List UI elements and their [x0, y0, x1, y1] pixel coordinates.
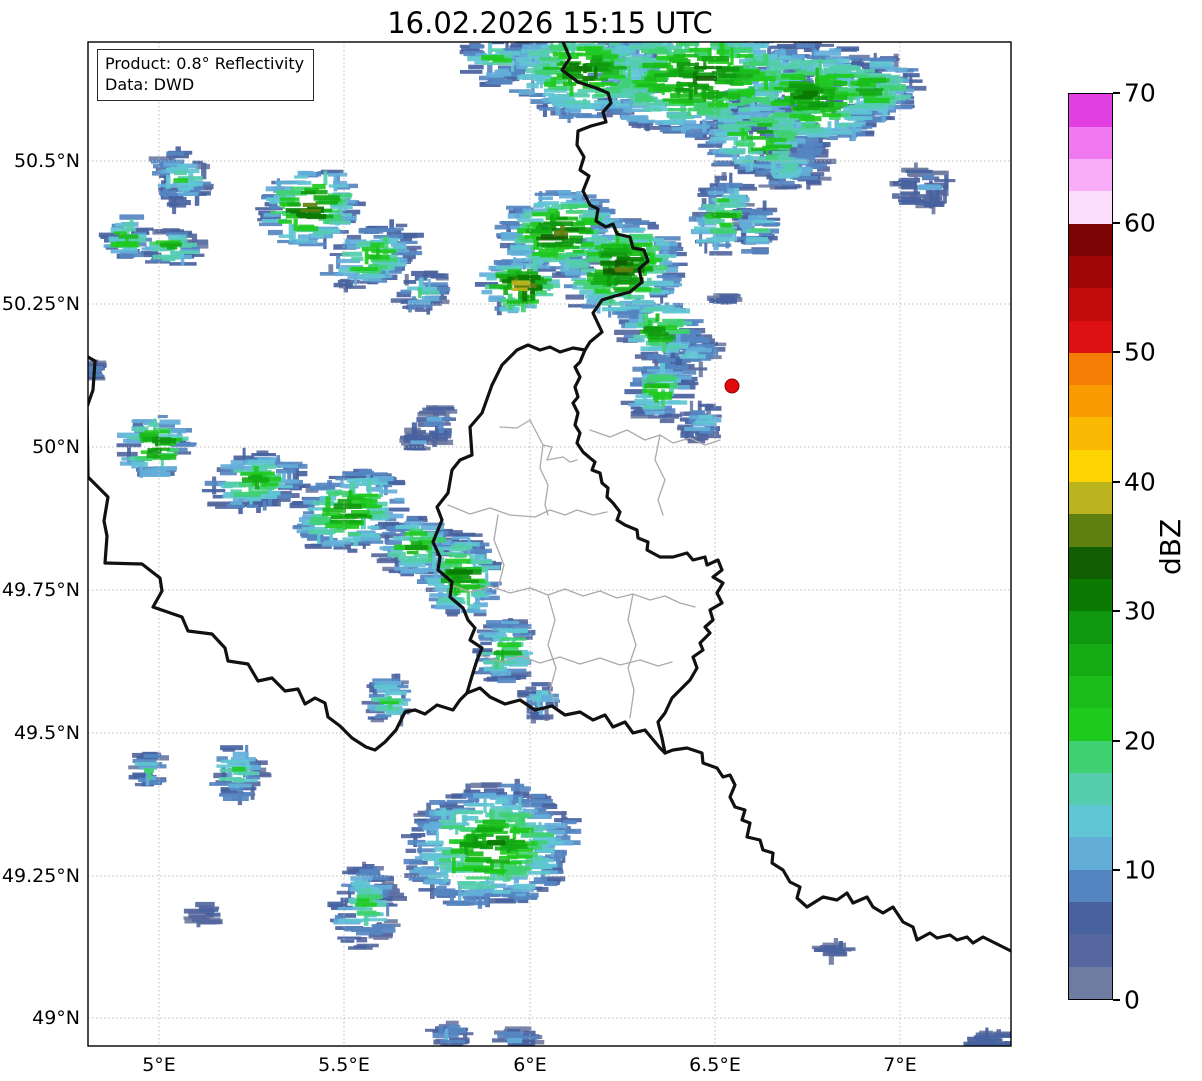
colorbar-tick-mark	[1113, 739, 1120, 742]
colorbar-tick-label: 10	[1124, 855, 1156, 885]
colorbar-tick-label: 20	[1124, 726, 1156, 756]
colorbar-segment	[1069, 610, 1112, 644]
y-tick-label: 50°N	[32, 436, 80, 458]
colorbar-segment	[1069, 578, 1112, 612]
colorbar-segment	[1069, 190, 1112, 224]
colorbar-tick-mark	[1113, 92, 1120, 94]
colorbar-segment	[1069, 352, 1112, 386]
colorbar-tick-label: 40	[1124, 467, 1156, 497]
radar-site-marker	[724, 378, 740, 394]
colorbar-segment	[1069, 772, 1112, 806]
colorbar-segment	[1069, 933, 1112, 967]
y-tick-label: 49.5°N	[13, 722, 80, 744]
colorbar-tick-label: 70	[1124, 78, 1156, 108]
colorbar-segment	[1069, 255, 1112, 289]
x-tick-label: 6.5°E	[689, 1054, 741, 1076]
y-tick-label: 49.75°N	[1, 579, 80, 601]
x-tick-label: 5.5°E	[318, 1054, 370, 1076]
colorbar-segment	[1069, 126, 1112, 160]
x-tick-label: 6°E	[513, 1054, 547, 1076]
colorbar-tick-mark	[1113, 351, 1120, 354]
colorbar-tick-label: 50	[1124, 337, 1156, 367]
colorbar-tick-label: 0	[1124, 985, 1140, 1015]
info-box: Product: 0.8° Reflectivity Data: DWD	[97, 49, 315, 102]
colorbar-segment	[1069, 513, 1112, 547]
colorbar-tick-mark	[1113, 480, 1120, 483]
x-tick-label: 7°E	[883, 1054, 917, 1076]
y-tick-label: 50.5°N	[13, 150, 80, 172]
colorbar-segment	[1069, 384, 1112, 418]
colorbar-segment	[1069, 707, 1112, 741]
colorbar-segment	[1069, 966, 1112, 999]
colorbar-segment	[1069, 836, 1112, 870]
colorbar-segment	[1069, 481, 1112, 515]
colorbar-tick-mark	[1113, 221, 1120, 224]
x-tick-label: 5°E	[142, 1054, 176, 1076]
colorbar-unit-label: dBZ	[1154, 518, 1187, 575]
colorbar-segment	[1069, 158, 1112, 192]
colorbar-tick-label: 30	[1124, 596, 1156, 626]
colorbar-tick-mark	[1113, 610, 1120, 613]
colorbar-segment	[1069, 93, 1112, 127]
y-tick-label: 49°N	[32, 1007, 80, 1029]
info-data-line: Data: DWD	[105, 75, 195, 95]
colorbar-tick-label: 60	[1124, 208, 1156, 238]
y-tick-label: 50.25°N	[1, 293, 80, 315]
colorbar-tick-mark	[1113, 869, 1120, 872]
colorbar-segment	[1069, 416, 1112, 450]
colorbar-segment	[1069, 319, 1112, 353]
colorbar-segment	[1069, 675, 1112, 709]
colorbar-segment	[1069, 804, 1112, 838]
colorbar-segment	[1069, 869, 1112, 903]
map-canvas	[87, 41, 1012, 1047]
colorbar-segment	[1069, 739, 1112, 773]
colorbar-segment	[1069, 643, 1112, 676]
info-product-line: Product: 0.8° Reflectivity	[105, 54, 305, 73]
colorbar	[1068, 93, 1113, 1000]
y-tick-label: 49.25°N	[1, 865, 80, 887]
colorbar-segment	[1069, 901, 1112, 935]
colorbar-tick-mark	[1113, 999, 1120, 1001]
colorbar-segment	[1069, 546, 1112, 580]
colorbar-segment	[1069, 223, 1112, 256]
colorbar-segment	[1069, 449, 1112, 483]
colorbar-segment	[1069, 287, 1112, 321]
